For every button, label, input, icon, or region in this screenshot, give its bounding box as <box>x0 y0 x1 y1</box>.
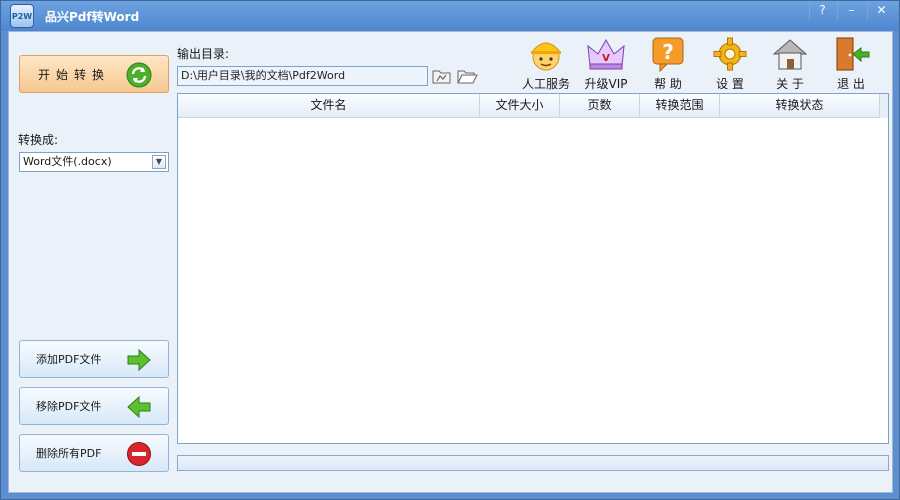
remove-pdf-button[interactable]: 移除PDF文件 <box>19 387 169 425</box>
help-window-button[interactable]: ? <box>809 2 835 20</box>
vip-crown-icon: V <box>587 38 625 70</box>
clear-all-pdf-button[interactable]: 删除所有PDF <box>19 434 169 472</box>
col-status[interactable]: 转换状态 <box>720 94 880 118</box>
col-filename[interactable]: 文件名 <box>178 94 480 118</box>
settings-button[interactable]: 设 置 <box>702 36 758 92</box>
exit-door-icon <box>836 37 870 71</box>
app-window: P2W 品兴Pdf转Word ? – ✕ 开始转换 转换成: Word文件(.d… <box>0 0 900 500</box>
open-folder-icon[interactable] <box>431 66 453 86</box>
main-area: 开始转换 转换成: Word文件(.docx) ▼ 添加PDF文件 移除PDF文… <box>8 31 893 493</box>
format-select[interactable]: Word文件(.docx) ▼ <box>19 152 169 172</box>
close-button[interactable]: ✕ <box>867 2 895 20</box>
chevron-down-icon[interactable]: ▼ <box>152 155 166 169</box>
title-bar[interactable]: P2W 品兴Pdf转Word ? – ✕ <box>1 1 899 31</box>
stop-minus-icon <box>127 442 151 466</box>
help-icon: ? <box>652 37 684 72</box>
col-range[interactable]: 转换范围 <box>640 94 720 118</box>
settings-label: 设 置 <box>716 77 744 91</box>
support-worker-icon <box>530 42 562 71</box>
refresh-icon <box>126 62 152 88</box>
svg-text:?: ? <box>662 40 674 64</box>
browse-folder-icon[interactable] <box>456 66 478 86</box>
output-path-field[interactable]: D:\用户目录\我的文档\Pdf2Word <box>177 66 428 86</box>
help-button[interactable]: ? 帮 助 <box>640 36 696 92</box>
start-convert-button[interactable]: 开始转换 <box>19 55 169 93</box>
col-pages[interactable]: 页数 <box>560 94 640 118</box>
remove-pdf-label: 移除PDF文件 <box>36 400 102 413</box>
about-label: 关 于 <box>776 77 804 91</box>
arrow-left-icon <box>127 395 151 419</box>
support-button[interactable]: 人工服务 <box>518 36 574 92</box>
minimize-button[interactable]: – <box>837 2 865 20</box>
col-filesize[interactable]: 文件大小 <box>480 94 560 118</box>
support-label: 人工服务 <box>521 77 570 91</box>
about-button[interactable]: 关 于 <box>762 36 818 92</box>
exit-button[interactable]: 退 出 <box>823 36 879 92</box>
exit-label: 退 出 <box>837 77 865 91</box>
table-header: 文件名 文件大小 页数 转换范围 转换状态 <box>178 94 888 118</box>
upgrade-vip-button[interactable]: V 升级VIP <box>578 36 634 92</box>
window-title: 品兴Pdf转Word <box>45 10 140 24</box>
arrow-right-icon <box>127 348 151 372</box>
file-table[interactable]: 文件名 文件大小 页数 转换范围 转换状态 <box>177 93 889 444</box>
add-pdf-button[interactable]: 添加PDF文件 <box>19 340 169 378</box>
output-dir-label: 输出目录: <box>177 47 230 61</box>
progress-bar <box>177 455 889 471</box>
svg-text:V: V <box>602 53 610 64</box>
gear-icon <box>713 37 747 71</box>
help-label: 帮 助 <box>654 77 682 91</box>
upgrade-vip-label: 升级VIP <box>584 77 628 91</box>
app-logo-icon: P2W <box>10 4 34 28</box>
format-value: Word文件(.docx) <box>23 155 112 168</box>
convert-to-label: 转换成: <box>18 133 59 147</box>
home-icon <box>772 39 808 70</box>
header-scroll-spacer <box>880 94 888 118</box>
start-convert-label: 开始转换 <box>38 67 111 82</box>
add-pdf-label: 添加PDF文件 <box>36 353 102 366</box>
clear-all-label: 删除所有PDF <box>36 447 102 460</box>
